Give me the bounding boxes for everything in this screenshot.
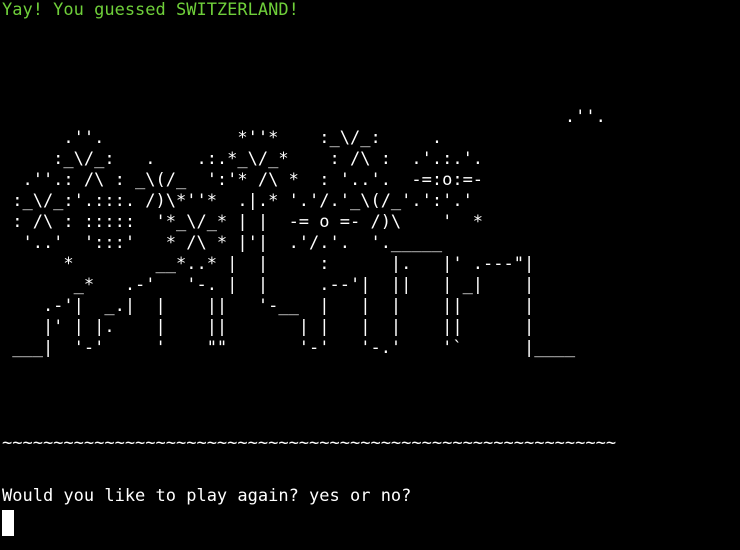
success-message: Yay! You guessed SWITZERLAND! (2, 0, 299, 20)
terminal-window[interactable]: Yay! You guessed SWITZERLAND! .''. .''. … (0, 0, 740, 550)
play-again-prompt: Would you like to play again? yes or no? (2, 486, 412, 506)
ground-line: ~~~~~~~~~~~~~~~~~~~~~~~~~~~~~~~~~~~~~~~~… (2, 433, 617, 453)
fireworks-ascii-art: .''. .''. *''* :_\/_: . :_\/_: . .:.*_\/… (12, 107, 606, 358)
text-cursor[interactable] (2, 510, 14, 536)
